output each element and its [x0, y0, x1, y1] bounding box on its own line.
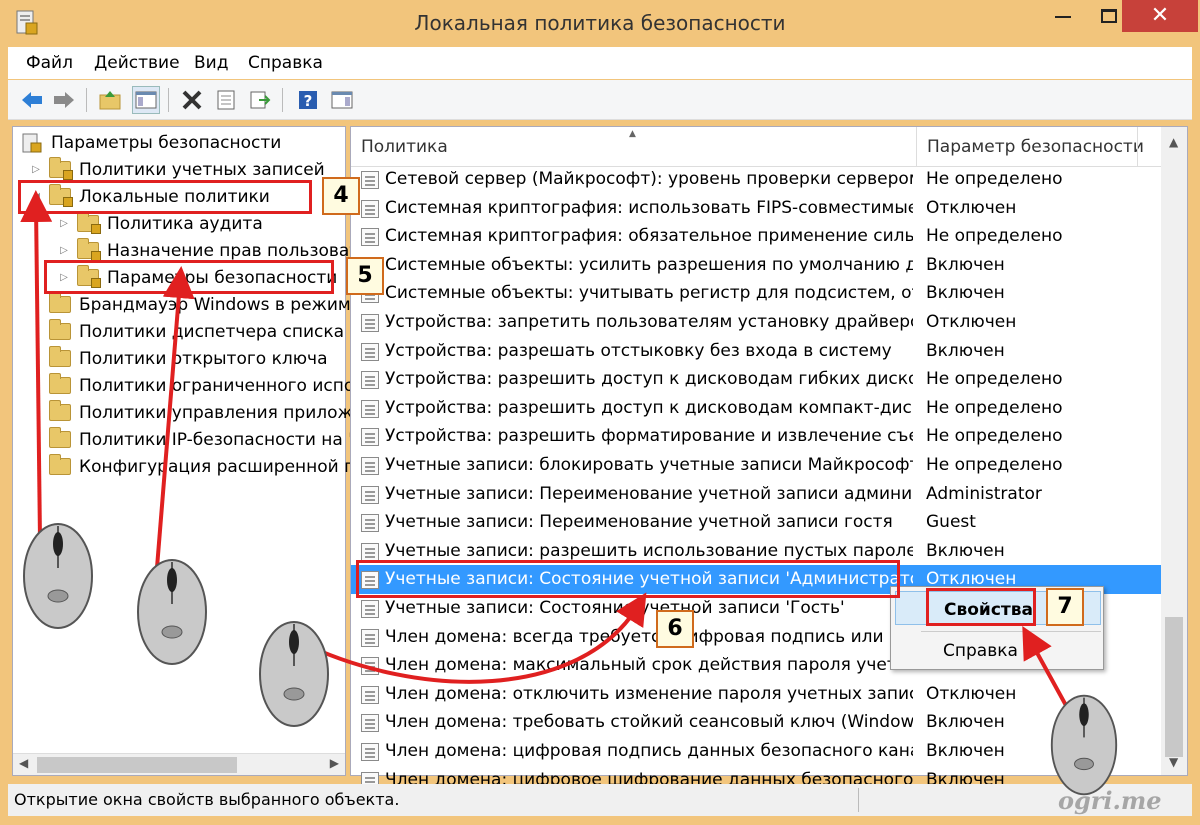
annotation-arrows	[20, 190, 1076, 721]
mouse-icon	[137, 559, 207, 665]
mouse-icon	[1050, 694, 1118, 796]
app-window: Локальная политика безопасности ✕ Файл Д…	[0, 0, 1200, 825]
arrow-to-local-policies	[20, 190, 53, 541]
arrow-to-admin-row	[299, 592, 647, 684]
mouse-icon	[23, 523, 93, 629]
mouse-icon	[259, 621, 329, 727]
arrow-to-security-options	[154, 266, 195, 581]
